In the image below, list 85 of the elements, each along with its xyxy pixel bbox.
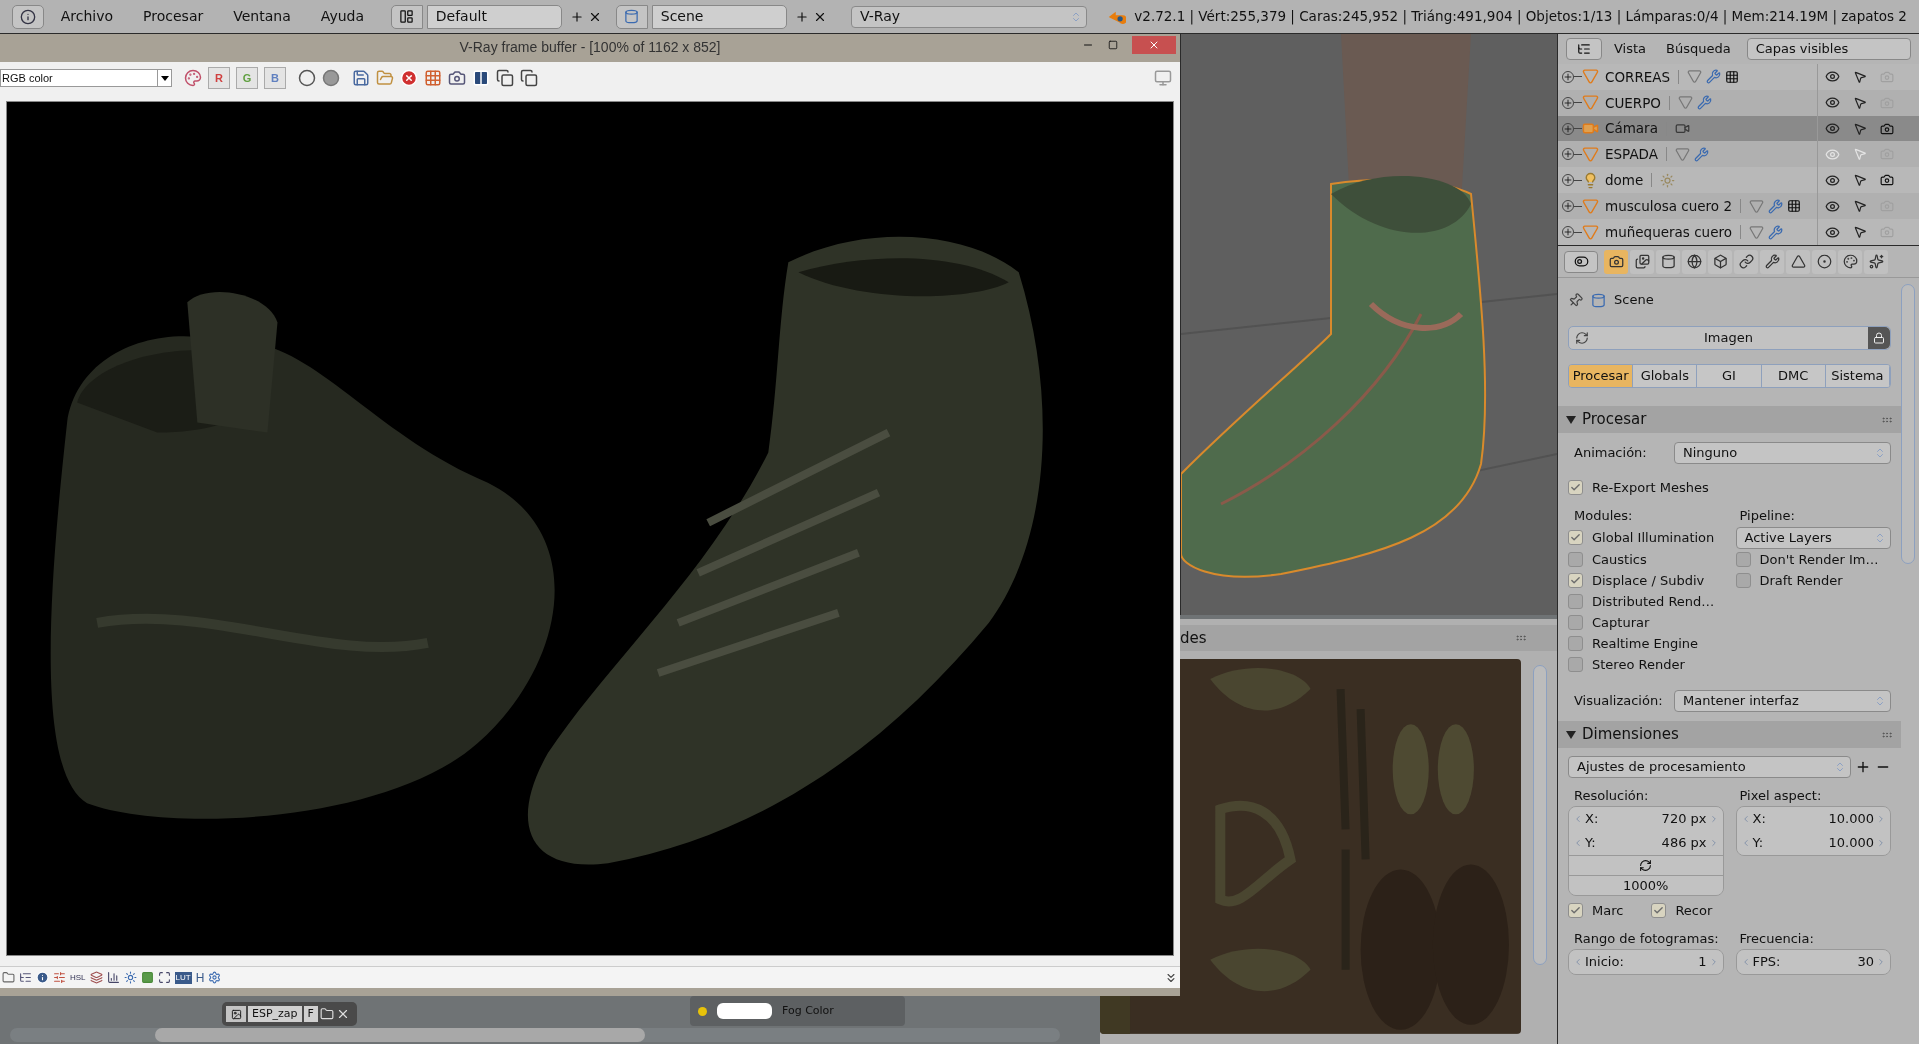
display-dropdown[interactable]: Mantener interfaz xyxy=(1674,690,1891,712)
field-value: 10.000 xyxy=(1828,810,1874,829)
field-label: Modules: xyxy=(1573,507,1634,525)
object-name[interactable]: muñequeras cuero xyxy=(1605,221,1732,243)
tab[interactable]: Sistema xyxy=(1825,365,1890,387)
field-label: X: xyxy=(1752,810,1766,829)
hsl-button[interactable]: HSL xyxy=(70,971,86,984)
node-name-field[interactable]: ESP_zap xyxy=(248,1006,302,1022)
channel-toggle[interactable]: R xyxy=(208,67,230,90)
checkbox-label: Recor xyxy=(1675,901,1713,920)
channel-dropdown[interactable]: RGB color xyxy=(0,69,172,88)
socket-label: Fog Color xyxy=(782,1002,834,1019)
object-name[interactable]: musculosa cuero 2 xyxy=(1605,196,1732,217)
field-label: Y: xyxy=(1585,834,1596,853)
scene-field[interactable]: Scene xyxy=(651,4,788,29)
dropdown-value: V-Ray xyxy=(860,7,901,26)
tab[interactable]: DMC xyxy=(1761,365,1826,387)
checkbox-label: Don't Render Im… xyxy=(1759,550,1879,569)
checkbox-label: Realtime Engine xyxy=(1592,634,1699,653)
field-label: Inicio: xyxy=(1585,953,1624,972)
checkbox-label: Capturar xyxy=(1592,613,1650,632)
display-mode-dropdown[interactable]: Capas visibles xyxy=(1746,37,1911,60)
render-preset-dropdown[interactable]: Ajustes de procesamiento xyxy=(1568,756,1851,778)
object-name[interactable]: ESPADA xyxy=(1605,144,1658,165)
field-value: 10.000 xyxy=(1828,834,1874,853)
menu-item[interactable]: Procesar xyxy=(130,4,217,29)
pipeline-dropdown[interactable]: Active Layers xyxy=(1735,527,1891,549)
panel-header[interactable]: Procesar xyxy=(1558,406,1901,433)
outliner-row[interactable]: musculosa cuero 2 xyxy=(1558,193,1919,220)
checkbox-label: Marc xyxy=(1592,901,1624,920)
object-name[interactable]: dome xyxy=(1605,170,1644,191)
dropdown-value: RGB color xyxy=(2,71,53,86)
menu-item[interactable]: Búsqueda xyxy=(1658,39,1739,59)
object-name[interactable]: CUERPO xyxy=(1605,92,1661,113)
checkbox-label: Global Illumination xyxy=(1592,528,1715,547)
field-label: Frecuencia: xyxy=(1738,930,1815,948)
menu-item[interactable]: Vista xyxy=(1606,39,1655,59)
checkbox-label: Caustics xyxy=(1592,550,1647,569)
object-name[interactable]: CORREAS xyxy=(1605,66,1671,87)
animation-dropdown[interactable]: Ninguno xyxy=(1674,442,1891,464)
context-label: Scene xyxy=(1614,291,1654,310)
field-value: 486 px xyxy=(1661,834,1707,853)
dropdown-value: Ninguno xyxy=(1683,444,1738,463)
field-label: Rango de fotogramas: xyxy=(1573,930,1720,948)
tab[interactable]: Globals xyxy=(1633,365,1698,387)
node-header[interactable]: ESP_zap F xyxy=(222,1002,357,1026)
field-label: Pipeline: xyxy=(1738,507,1796,525)
field-label: Pixel aspect: xyxy=(1738,787,1823,805)
outliner-row[interactable]: Cámara xyxy=(1558,115,1919,142)
menu-item[interactable]: Archivo xyxy=(47,4,127,29)
lut-button[interactable]: LUT xyxy=(174,971,192,984)
h-button[interactable]: H xyxy=(195,968,205,987)
tab[interactable]: GI xyxy=(1697,365,1762,387)
preset-name: Imagen xyxy=(1704,329,1753,348)
field-label: Y: xyxy=(1752,834,1764,853)
dropdown-value: Mantener interfaz xyxy=(1683,692,1799,711)
checkbox-label: Distributed Rend… xyxy=(1592,592,1715,611)
field-value: 1 xyxy=(1698,953,1707,972)
layout-field[interactable]: Default xyxy=(426,4,563,29)
tab[interactable]: Procesar xyxy=(1569,365,1634,387)
field-value: 30 xyxy=(1857,953,1874,972)
field-label: Resolución: xyxy=(1573,787,1650,805)
checkbox-label: Re-Export Meshes xyxy=(1592,478,1709,497)
fake-user-button[interactable]: F xyxy=(303,1006,318,1022)
panel-title: des xyxy=(1180,627,1207,649)
outliner-row[interactable]: CUERPO xyxy=(1558,89,1919,116)
panel-header[interactable]: Dimensiones xyxy=(1558,721,1901,748)
field-label: FPS: xyxy=(1752,953,1781,972)
checkbox-label: Stereo Render xyxy=(1592,655,1685,674)
render-engine-dropdown[interactable]: V-Ray xyxy=(851,5,1088,28)
status-text: v2.72.1 | Vért:255,379 | Caras:245,952 | Triáng:491,904 | Objetos:1/13 | Lámparas:0/4 | Mem:214.19M | zapatos 2 xyxy=(1134,7,1907,27)
window-title: V-Ray frame buffer - [100% of 1162 x 852] xyxy=(459,38,721,58)
dropdown-value: Active Layers xyxy=(1744,529,1832,548)
preset-field[interactable]: Imagen xyxy=(1568,326,1891,350)
outliner-row[interactable]: ESPADA xyxy=(1558,141,1919,168)
dropdown-value: Ajustes de procesamiento xyxy=(1577,758,1746,777)
field-label: X: xyxy=(1585,810,1599,829)
object-name[interactable]: Cámara xyxy=(1605,118,1658,139)
percentage-field[interactable]: 1000% xyxy=(1569,875,1723,895)
checkbox-label: Draft Render xyxy=(1759,571,1843,590)
checkbox-label: Displace / Subdiv xyxy=(1592,571,1705,590)
menu-item[interactable]: Ayuda xyxy=(307,4,377,29)
field-value: 720 px xyxy=(1661,810,1707,829)
field-label: Animación: xyxy=(1573,444,1648,463)
menu-item[interactable]: Ventana xyxy=(220,4,304,29)
